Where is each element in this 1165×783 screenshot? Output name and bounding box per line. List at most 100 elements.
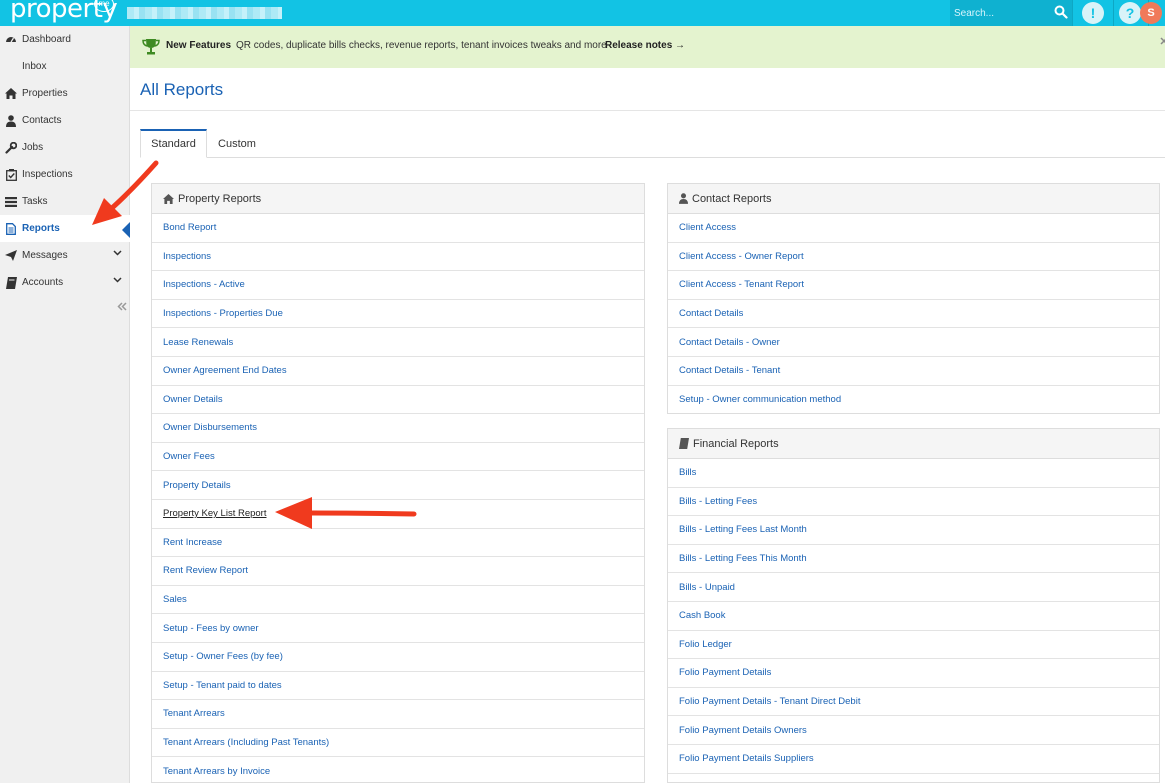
panel-title: Contact Reports bbox=[692, 192, 772, 205]
report-link[interactable]: Inspections - Active bbox=[152, 271, 644, 300]
sidebar-item-label: Reports bbox=[22, 223, 60, 234]
report-link[interactable]: Bond Report bbox=[152, 214, 644, 243]
panel-title: Financial Reports bbox=[693, 437, 779, 450]
page-title: All Reports bbox=[140, 80, 224, 99]
sidebar-item-label: Jobs bbox=[22, 142, 44, 153]
new-features-banner: New Features QR codes, duplicate bills c… bbox=[130, 26, 1165, 68]
trophy-icon bbox=[142, 39, 160, 55]
panel-title: Property Reports bbox=[178, 192, 262, 205]
checkbox-icon bbox=[0, 168, 22, 181]
report-link[interactable]: Rent Review Report bbox=[152, 557, 644, 586]
report-link[interactable]: Bills - Letting Fees bbox=[668, 488, 1159, 517]
report-link[interactable]: Folio Payment Details bbox=[668, 659, 1159, 688]
search-icon[interactable] bbox=[1054, 5, 1068, 19]
report-link[interactable]: Folio Payment Details Owners bbox=[668, 716, 1159, 745]
topbar-divider bbox=[1113, 0, 1114, 26]
report-link[interactable]: Folio Ledger bbox=[668, 631, 1159, 660]
report-link[interactable]: Sales bbox=[152, 586, 644, 615]
contact-reports-panel: Contact Reports Client Access Client Acc… bbox=[667, 183, 1160, 414]
report-link[interactable]: Owner Fees bbox=[152, 443, 644, 472]
report-link[interactable]: Bills - Letting Fees Last Month bbox=[668, 516, 1159, 545]
book-icon bbox=[0, 276, 22, 289]
report-link[interactable]: Contact Details - Tenant bbox=[668, 357, 1159, 386]
property-reports-panel: Property Reports Bond Report Inspections… bbox=[151, 183, 645, 783]
report-link[interactable]: Cash Book bbox=[668, 602, 1159, 631]
topbar-divider bbox=[1072, 0, 1073, 26]
tab-standard[interactable]: Standard bbox=[140, 129, 207, 158]
report-link[interactable]: Inspections bbox=[152, 243, 644, 272]
user-icon bbox=[679, 193, 688, 204]
sidebar-item-label: Inspections bbox=[22, 169, 73, 180]
sidebar-item-messages[interactable]: Messages bbox=[0, 242, 130, 269]
report-link[interactable]: Setup - Owner Fees (by fee) bbox=[152, 643, 644, 672]
financial-reports-panel: Financial Reports Bills Bills - Letting … bbox=[667, 428, 1160, 783]
search-input[interactable] bbox=[950, 3, 1052, 23]
sidebar-item-label: Tasks bbox=[22, 196, 48, 207]
alert-icon[interactable]: ! bbox=[1082, 2, 1104, 24]
dashboard-icon bbox=[0, 34, 22, 46]
banner-text: QR codes, duplicate bills checks, revenu… bbox=[236, 40, 607, 51]
send-icon bbox=[0, 250, 22, 261]
book-icon bbox=[679, 438, 689, 449]
sidebar-item-label: Inbox bbox=[22, 61, 47, 72]
sidebar-item-dashboard[interactable]: Dashboard bbox=[0, 26, 130, 53]
chevron-down-icon[interactable] bbox=[113, 250, 122, 256]
sidebar-item-jobs[interactable]: Jobs bbox=[0, 134, 130, 161]
tab-custom[interactable]: Custom bbox=[207, 129, 267, 158]
banner-title: New Features bbox=[166, 40, 232, 51]
close-icon[interactable] bbox=[1160, 37, 1165, 45]
sidebar-item-label: Messages bbox=[22, 250, 68, 261]
report-link[interactable]: Owner Disbursements bbox=[152, 414, 644, 443]
release-notes-link[interactable]: Release notes → bbox=[605, 40, 685, 51]
report-link[interactable]: Tenant Arrears bbox=[152, 700, 644, 729]
report-link[interactable]: Tenant Arrears (Including Past Tenants) bbox=[152, 729, 644, 758]
sidebar-item-properties[interactable]: Properties bbox=[0, 80, 130, 107]
report-link[interactable]: Lease Renewals bbox=[152, 328, 644, 357]
report-link[interactable]: Inspections - Properties Due bbox=[152, 300, 644, 329]
report-link[interactable]: Tenant Arrears by Invoice bbox=[152, 757, 644, 782]
help-icon[interactable]: ? bbox=[1119, 2, 1141, 24]
report-link[interactable]: Setup - Owner communication method bbox=[668, 386, 1159, 413]
sidebar-item-label: Accounts bbox=[22, 277, 64, 288]
home-icon bbox=[0, 88, 22, 99]
tabs-baseline bbox=[140, 157, 1165, 158]
home-icon bbox=[163, 193, 174, 204]
report-link[interactable]: Owner Agreement End Dates bbox=[152, 357, 644, 386]
report-link[interactable]: Contact Details bbox=[668, 300, 1159, 329]
sidebar-item-label: Properties bbox=[22, 88, 68, 99]
sidebar-item-accounts[interactable]: Accounts bbox=[0, 269, 130, 296]
user-icon bbox=[0, 114, 22, 127]
panel-header: Property Reports bbox=[152, 184, 644, 214]
chevron-down-icon[interactable] bbox=[113, 277, 122, 283]
search-box bbox=[950, 0, 1072, 26]
report-link[interactable]: Folio Payment Details Suppliers bbox=[668, 745, 1159, 774]
panel-header: Contact Reports bbox=[668, 184, 1159, 214]
divider bbox=[130, 110, 1165, 111]
sidebar-item-inbox[interactable]: Inbox bbox=[0, 53, 130, 80]
report-link[interactable]: Setup - Fees by owner bbox=[152, 614, 644, 643]
report-link[interactable]: Client Access bbox=[668, 214, 1159, 243]
sidebar-item-label: Contacts bbox=[22, 115, 62, 126]
report-link[interactable]: Client Access - Owner Report bbox=[668, 243, 1159, 272]
annotation-arrow-icon bbox=[275, 497, 417, 529]
annotation-arrow-icon bbox=[92, 160, 159, 225]
report-link[interactable]: Client Access - Tenant Report bbox=[668, 271, 1159, 300]
report-link[interactable]: Setup - Tenant paid to dates bbox=[152, 672, 644, 701]
list-icon bbox=[0, 196, 22, 207]
blurred-agency-name bbox=[127, 7, 282, 19]
user-avatar[interactable]: S bbox=[1140, 2, 1162, 24]
sidebar-item-contacts[interactable]: Contacts bbox=[0, 107, 130, 134]
report-link[interactable]: Bills - Unpaid bbox=[668, 573, 1159, 602]
report-link[interactable]: Owner Details bbox=[152, 386, 644, 415]
top-bar: property me ! ? S bbox=[0, 0, 1165, 26]
panel-header: Financial Reports bbox=[668, 429, 1159, 459]
sidebar: Dashboard Inbox Properties Contacts Jobs… bbox=[0, 26, 130, 783]
report-link[interactable]: Folio Payment Details - Tenant Direct De… bbox=[668, 688, 1159, 717]
document-icon bbox=[0, 222, 22, 235]
report-link[interactable]: Contact Details - Owner bbox=[668, 328, 1159, 357]
report-link[interactable]: Bills bbox=[668, 459, 1159, 488]
report-link[interactable]: Bills - Letting Fees This Month bbox=[668, 545, 1159, 574]
collapse-sidebar-icon[interactable] bbox=[117, 302, 127, 311]
wrench-icon bbox=[0, 141, 22, 154]
sidebar-item-label: Dashboard bbox=[22, 34, 71, 45]
